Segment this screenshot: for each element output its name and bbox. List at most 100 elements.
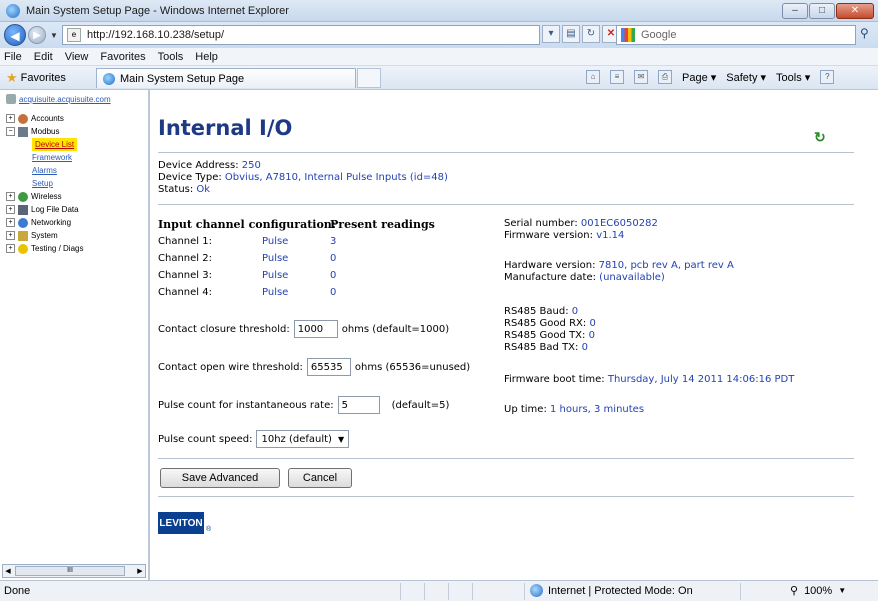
tree-root[interactable]: acquisuite.acquisuite.com: [6, 94, 111, 104]
tree-item-accounts[interactable]: + Accounts: [6, 112, 83, 125]
pulse-count-rate-input[interactable]: 5: [337, 396, 380, 414]
tree-item-device-list[interactable]: Device List: [6, 138, 83, 151]
tree-item-setup[interactable]: Setup: [6, 177, 83, 190]
maximize-button[interactable]: □: [809, 3, 835, 19]
tree-item-log-file-data[interactable]: + Log File Data: [6, 203, 83, 216]
search-icon[interactable]: ⚲: [860, 26, 869, 40]
tree-item-label[interactable]: Wireless: [31, 190, 62, 203]
zoom-control[interactable]: ⚲ 100% ▼: [790, 584, 847, 598]
scroll-left-icon[interactable]: ◀: [3, 567, 13, 575]
close-button[interactable]: ✕: [836, 3, 874, 19]
tree-item-label[interactable]: System: [31, 229, 58, 242]
tree-item-label[interactable]: Testing / Diags: [31, 242, 83, 255]
chevron-down-icon: ▼: [838, 586, 847, 595]
favorites-button[interactable]: Favorites: [21, 72, 66, 84]
compatibility-icon[interactable]: ▤: [562, 25, 580, 43]
tree-item-framework[interactable]: Framework: [6, 151, 83, 164]
scroll-right-icon[interactable]: ▶: [135, 567, 145, 575]
minimize-button[interactable]: –: [782, 3, 808, 19]
save-advanced-button[interactable]: Save Advanced: [160, 468, 280, 488]
mail-icon[interactable]: ✉: [634, 70, 648, 84]
scroll-thumb[interactable]: III: [15, 566, 125, 576]
address-bar[interactable]: e http://192.168.10.238/setup/: [62, 25, 540, 45]
expand-icon[interactable]: +: [6, 231, 15, 240]
tree-item-label[interactable]: Alarms: [32, 164, 57, 177]
closure-threshold-label: Contact closure threshold:: [158, 323, 290, 335]
history-dropdown-icon[interactable]: ▼: [50, 31, 58, 40]
firmware-value: v1.14: [596, 230, 625, 241]
users-icon: [18, 113, 28, 124]
refresh-icon[interactable]: ↻: [814, 130, 828, 144]
tools-menu[interactable]: Tools ▾: [776, 71, 810, 84]
menu-file[interactable]: File: [4, 51, 22, 63]
page-title: Internal I/O: [158, 116, 293, 140]
tree-item-label[interactable]: Accounts: [31, 112, 64, 125]
tree-item-system[interactable]: + System: [6, 229, 83, 242]
channel-2-type[interactable]: Pulse: [262, 253, 288, 264]
security-zone[interactable]: Internet | Protected Mode: On: [530, 584, 693, 597]
menu-view[interactable]: View: [65, 51, 89, 63]
search-placeholder[interactable]: Google: [641, 29, 676, 41]
search-box[interactable]: Google: [616, 25, 856, 45]
home-icon[interactable]: ⌂: [586, 70, 600, 84]
address-row: ◀ ▶ ▼ e http://192.168.10.238/setup/ ▾ ▤…: [0, 22, 878, 48]
open-wire-threshold-input[interactable]: 65535: [306, 358, 351, 376]
refresh-icon[interactable]: ↻: [582, 25, 600, 43]
feeds-icon[interactable]: ≡: [610, 70, 624, 84]
uptime-info: Up time: 1 hours, 3 minutes: [504, 404, 644, 416]
rs485-baud-label: RS485 Baud:: [504, 306, 569, 317]
expand-icon[interactable]: +: [6, 244, 15, 253]
back-button[interactable]: ◀: [4, 24, 26, 46]
pulse-count-rate-suffix: (default=5): [391, 399, 450, 411]
channel-1-type[interactable]: Pulse: [262, 236, 288, 247]
tree-item-label[interactable]: Setup: [32, 177, 53, 190]
expand-icon[interactable]: +: [6, 192, 15, 201]
tree-root-label[interactable]: acquisuite.acquisuite.com: [19, 95, 111, 104]
device-type-value: Obvius, A7810, Internal Pulse Inputs (id…: [224, 172, 448, 183]
tree-item-label[interactable]: Framework: [32, 151, 72, 164]
tree-item-networking[interactable]: + Networking: [6, 216, 83, 229]
tree-item-alarms[interactable]: Alarms: [6, 164, 83, 177]
closure-threshold-input[interactable]: 1000: [293, 320, 338, 338]
tree-item-wireless[interactable]: + Wireless: [6, 190, 83, 203]
status-text: Done: [4, 585, 31, 597]
open-wire-threshold-label: Contact open wire threshold:: [158, 361, 303, 373]
safety-menu[interactable]: Safety ▾: [726, 71, 766, 84]
page-menu[interactable]: Page ▾: [682, 71, 716, 84]
open-wire-threshold-row: Contact open wire threshold: 65535 ohms …: [158, 358, 470, 376]
expand-icon[interactable]: +: [6, 218, 15, 227]
menu-edit[interactable]: Edit: [34, 51, 53, 63]
manufacture-value: (unavailable): [599, 272, 665, 283]
tree-item-label[interactable]: Networking: [31, 216, 71, 229]
channel-3-type[interactable]: Pulse: [262, 270, 288, 281]
pulse-count-speed-select[interactable]: 10hz (default) ▼: [256, 430, 350, 448]
tree-item-testing-diags[interactable]: + Testing / Diags: [6, 242, 83, 255]
tree-item-modbus[interactable]: − Modbus: [6, 125, 83, 138]
menu-tools[interactable]: Tools: [158, 51, 184, 63]
address-url[interactable]: http://192.168.10.238/setup/: [87, 29, 224, 41]
print-icon[interactable]: ⎙: [658, 70, 672, 84]
rs485-good-tx-label: RS485 Good TX:: [504, 330, 586, 341]
help-icon[interactable]: ?: [820, 70, 835, 84]
new-tab-button[interactable]: [357, 68, 381, 88]
globe-icon: [530, 584, 543, 597]
channel-4-type[interactable]: Pulse: [262, 287, 288, 298]
navigation-tree-pane: acquisuite.acquisuite.com + Accounts − M…: [0, 90, 150, 580]
tree-item-label[interactable]: Log File Data: [31, 203, 79, 216]
expand-icon[interactable]: +: [6, 205, 15, 214]
tree-item-label[interactable]: Device List: [32, 138, 78, 151]
forward-button[interactable]: ▶: [28, 26, 46, 44]
status-divider: [448, 583, 449, 600]
favorites-star-icon[interactable]: ★: [6, 70, 18, 86]
expand-icon[interactable]: +: [6, 114, 15, 123]
manufacture-label: Manufacture date:: [504, 272, 596, 283]
tab-ie-icon: [103, 72, 115, 85]
menu-favorites[interactable]: Favorites: [100, 51, 145, 63]
collapse-icon[interactable]: −: [6, 127, 15, 136]
menu-help[interactable]: Help: [195, 51, 218, 63]
tree-item-label[interactable]: Modbus: [31, 125, 59, 138]
cancel-button[interactable]: Cancel: [288, 468, 352, 488]
tab-main-system-setup[interactable]: Main System Setup Page: [96, 68, 356, 88]
address-dropdown-icon[interactable]: ▾: [542, 25, 560, 43]
horizontal-scrollbar[interactable]: ◀ III ▶: [2, 564, 146, 578]
